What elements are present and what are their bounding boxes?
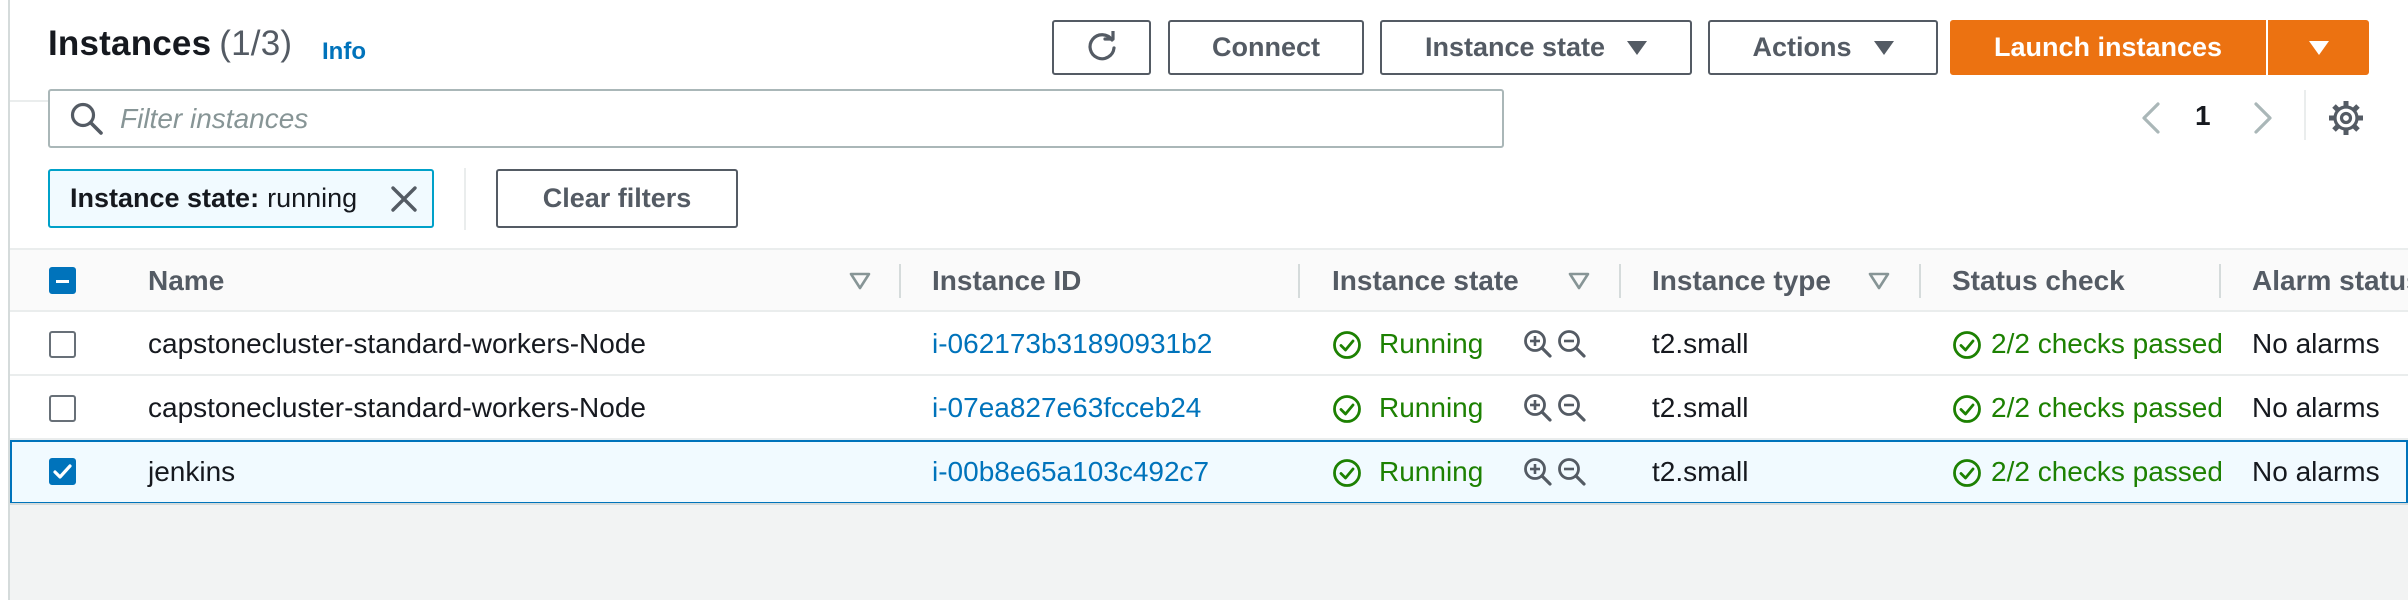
- row-checkbox[interactable]: [49, 395, 76, 422]
- next-page-icon[interactable]: [2244, 98, 2280, 138]
- instance-id-link[interactable]: i-00b8e65a103c492c7: [932, 456, 1209, 488]
- close-icon[interactable]: [388, 183, 420, 215]
- clear-filters-label: Clear filters: [542, 183, 692, 213]
- pager-divider: [2304, 90, 2306, 140]
- status-check-value: 2/2 checks passed: [1991, 456, 2221, 487]
- column-header-instance-state[interactable]: Instance state: [1332, 265, 1519, 297]
- actions-button[interactable]: Actions: [1708, 20, 1938, 75]
- launch-instances-button[interactable]: Launch instances: [1950, 20, 2266, 75]
- connect-label: Connect: [1212, 32, 1320, 62]
- filter-token-key: Instance state:: [70, 183, 260, 213]
- column-header-alarm-status[interactable]: Alarm status: [2252, 265, 2408, 297]
- zoom-in-icon[interactable]: [1522, 456, 1554, 488]
- actions-label: Actions: [1752, 32, 1852, 62]
- page-title: Instances (1/3): [48, 24, 292, 64]
- row-checkbox-checked[interactable]: [49, 458, 76, 485]
- refresh-icon: [1087, 30, 1116, 60]
- status-check-value: 2/2 checks passed: [1991, 328, 2221, 359]
- check-circle-icon: [1953, 331, 1981, 359]
- instance-type-value: t2.small: [1652, 328, 1749, 359]
- clear-filters-button[interactable]: Clear filters: [496, 169, 738, 228]
- sort-icon[interactable]: [1568, 271, 1590, 291]
- current-page[interactable]: 1: [2195, 100, 2211, 132]
- check-circle-icon: [1333, 459, 1361, 487]
- instance-state-button[interactable]: Instance state: [1380, 20, 1692, 75]
- launch-dropdown-button[interactable]: [2268, 20, 2369, 75]
- zoom-out-icon[interactable]: [1556, 328, 1588, 360]
- instance-name: capstonecluster-standard-workers-Node: [148, 328, 646, 359]
- zoom-out-icon[interactable]: [1556, 392, 1588, 424]
- status-check-value: 2/2 checks passed: [1991, 392, 2221, 423]
- check-circle-icon: [1953, 459, 1981, 487]
- instances-page: Instances (1/3) Info Connect Instance sta…: [0, 0, 2408, 600]
- selection-count: (1/3): [219, 24, 293, 63]
- refresh-button[interactable]: [1052, 20, 1151, 75]
- previous-page-icon[interactable]: [2134, 98, 2170, 138]
- column-divider[interactable]: [1919, 264, 1921, 298]
- column-divider[interactable]: [1298, 264, 1300, 298]
- column-header-name[interactable]: Name: [148, 265, 224, 297]
- instance-state-value: Running: [1379, 456, 1484, 487]
- alarm-status-value: No alarms: [2252, 456, 2380, 487]
- check-circle-icon: [1333, 395, 1361, 423]
- instance-id-link[interactable]: i-062173b31890931b2: [932, 328, 1212, 360]
- alarm-status-value: No alarms: [2252, 328, 2380, 359]
- filter-token: Instance state: running: [48, 169, 434, 228]
- search-input[interactable]: [120, 102, 1420, 135]
- zoom-out-icon[interactable]: [1556, 456, 1588, 488]
- column-divider[interactable]: [1619, 264, 1621, 298]
- alarm-status-value: No alarms: [2252, 392, 2380, 423]
- column-header-status-check[interactable]: Status check: [1952, 265, 2125, 297]
- column-header-instance-type[interactable]: Instance type: [1652, 265, 1831, 297]
- zoom-in-icon[interactable]: [1522, 328, 1554, 360]
- instance-state-label: Instance state: [1424, 32, 1606, 62]
- row-checkbox[interactable]: [49, 331, 76, 358]
- instance-id-link[interactable]: i-07ea827e63fcceb24: [932, 392, 1201, 424]
- zoom-in-icon[interactable]: [1522, 392, 1554, 424]
- launch-label: Launch instances: [1993, 32, 2223, 62]
- filter-divider: [464, 168, 466, 230]
- caret-down-icon: [1873, 40, 1894, 55]
- filter-token-value: running: [267, 183, 358, 213]
- instance-name: capstonecluster-standard-workers-Node: [148, 392, 646, 423]
- gear-icon[interactable]: [2324, 96, 2368, 140]
- instance-state-value: Running: [1379, 328, 1484, 359]
- check-circle-icon: [1333, 331, 1361, 359]
- column-divider[interactable]: [2219, 264, 2221, 298]
- info-link[interactable]: Info: [322, 38, 366, 66]
- select-all-checkbox[interactable]: [49, 267, 76, 294]
- instance-type-value: t2.small: [1652, 392, 1749, 423]
- page-title-text: Instances: [48, 24, 212, 63]
- sort-icon[interactable]: [849, 271, 871, 291]
- column-header-instance-id[interactable]: Instance ID: [932, 265, 1081, 297]
- table-empty-area: [10, 503, 2408, 600]
- instance-name: jenkins: [148, 456, 236, 487]
- instance-state-value: Running: [1379, 392, 1484, 423]
- checkmark-icon: [53, 464, 72, 479]
- search-icon: [70, 102, 103, 135]
- column-divider[interactable]: [899, 264, 901, 298]
- connect-button[interactable]: Connect: [1168, 20, 1364, 75]
- sort-icon[interactable]: [1868, 271, 1890, 291]
- caret-down-icon: [1627, 40, 1648, 55]
- divider: [10, 100, 48, 102]
- check-circle-icon: [1953, 395, 1981, 423]
- search-box[interactable]: [48, 89, 1504, 148]
- instance-type-value: t2.small: [1652, 456, 1749, 487]
- caret-down-icon: [2308, 40, 2329, 55]
